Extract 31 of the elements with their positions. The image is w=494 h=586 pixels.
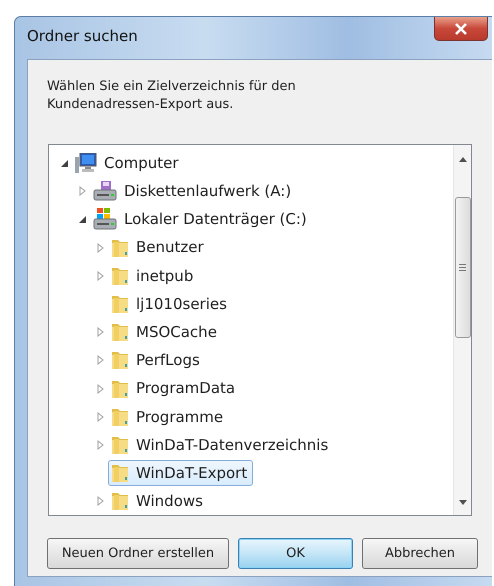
window-title: Ordner suchen bbox=[27, 27, 138, 45]
tree-item-label: Computer bbox=[104, 152, 179, 174]
dialog-button[interactable]: OK bbox=[238, 538, 353, 569]
tree-item[interactable]: Benutzer bbox=[108, 234, 210, 261]
tree-item-label: inetpub bbox=[136, 266, 194, 287]
tree-item-label: lj1010series bbox=[136, 294, 227, 315]
tree-item-label: Benutzer bbox=[136, 237, 204, 258]
tree-item[interactable]: WinDaT-Datenverzeichnis bbox=[108, 432, 334, 458]
tree-item[interactable]: Computer bbox=[72, 150, 185, 176]
tree-item[interactable]: MSOCache bbox=[108, 318, 223, 346]
tree-item[interactable]: Programme bbox=[108, 404, 230, 430]
dialog-button[interactable]: Abbrechen bbox=[362, 538, 478, 569]
tree-item[interactable]: ProgramData bbox=[108, 375, 242, 402]
tree-item[interactable]: Diskettenlaufwerk (A:) bbox=[90, 178, 298, 205]
tree-item-label: ProgramData bbox=[136, 378, 236, 400]
tree-item[interactable]: WinDaT-Export bbox=[108, 460, 254, 486]
instruction-text: Wählen Sie ein Zielverzeichnis für den Kundenadressen-Export aus. bbox=[47, 78, 297, 114]
tree-item[interactable]: Windows bbox=[108, 488, 209, 515]
tree-item-label: WinDaT-Export bbox=[136, 462, 248, 484]
dialog-button[interactable]: Neuen Ordner erstellen bbox=[47, 538, 229, 569]
tree-item[interactable]: inetpub bbox=[108, 262, 200, 290]
tree-item[interactable]: lj1010series bbox=[108, 290, 233, 318]
tree-item-label: Windows bbox=[136, 491, 203, 512]
tree-item[interactable]: Lokaler Datenträger (C:) bbox=[90, 206, 313, 233]
tree-item-label: Diskettenlaufwerk (A:) bbox=[124, 181, 292, 202]
tree-item-label: MSOCache bbox=[136, 322, 217, 343]
tree-item-label: WinDaT-Datenverzeichnis bbox=[136, 434, 328, 456]
tree-item-label: Programme bbox=[136, 406, 224, 428]
tree-item[interactable]: PerfLogs bbox=[108, 347, 206, 374]
tree-item-label: PerfLogs bbox=[136, 350, 200, 372]
tree-item-label: Lokaler Datenträger (C:) bbox=[124, 209, 307, 230]
